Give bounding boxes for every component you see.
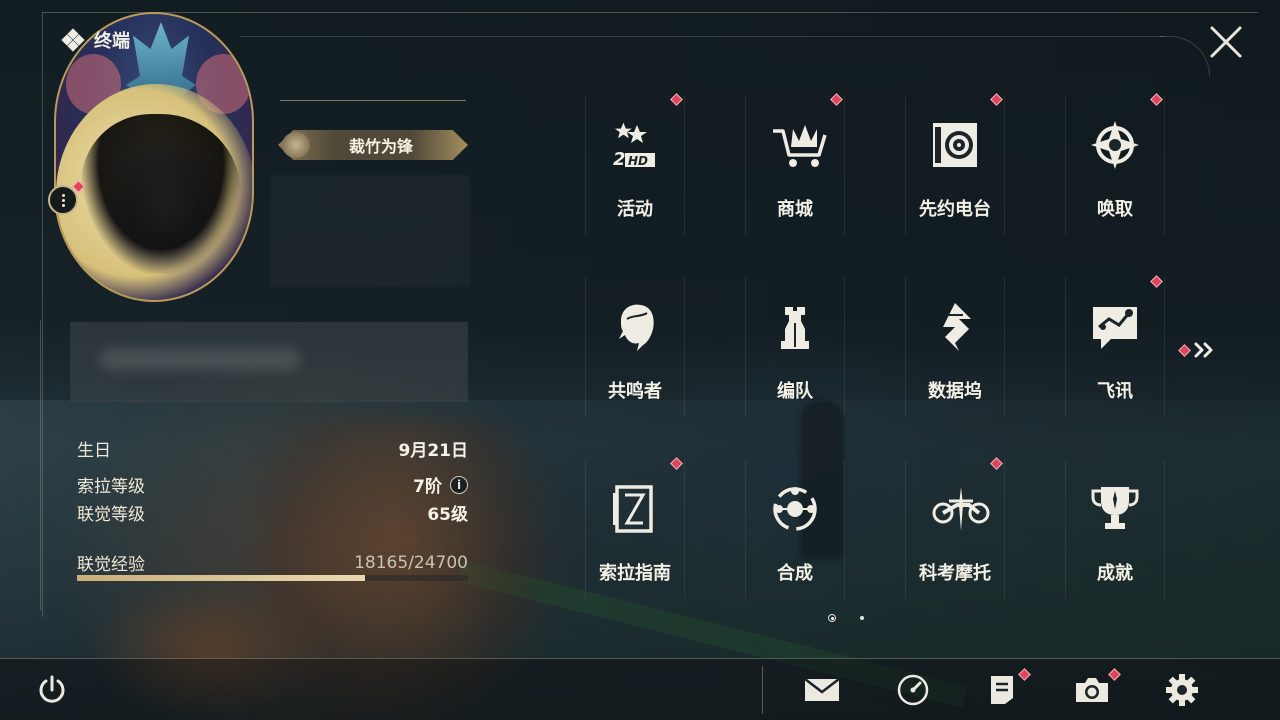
avatar-card[interactable] xyxy=(54,12,254,302)
svg-text:2: 2 xyxy=(613,149,626,170)
gear-icon xyxy=(1166,674,1198,706)
menu-item-label: 共鸣者 xyxy=(608,381,662,402)
terminal-title-text: 终端 xyxy=(94,31,130,52)
notes-icon xyxy=(991,676,1013,704)
motorcycle-icon xyxy=(929,483,990,535)
menu-item-label: 索拉指南 xyxy=(599,563,671,584)
message-icon xyxy=(1089,301,1141,353)
menu-item-label: 活动 xyxy=(617,199,653,220)
camera-button[interactable] xyxy=(1072,670,1112,710)
diamond-menu-icon xyxy=(61,28,85,52)
page-indicator xyxy=(828,614,864,622)
settings-button[interactable] xyxy=(1162,670,1202,710)
info-icon[interactable]: i xyxy=(450,475,468,494)
menu-item-trophy[interactable]: 成就 xyxy=(1065,459,1165,619)
stat-value: 65级 xyxy=(427,505,468,525)
stat-union-exp: 联觉经验 18165/24700 xyxy=(77,550,468,576)
bottom-bar-separator xyxy=(762,666,763,714)
exp-progress-bar xyxy=(77,575,468,581)
stat-label: 索拉等级 xyxy=(77,477,145,497)
title-plate-text: 裁竹为锋 xyxy=(348,137,413,156)
guidebook-icon xyxy=(609,483,661,535)
close-icon xyxy=(1210,26,1242,58)
menu-item-label: 先约电台 xyxy=(919,199,991,220)
name-divider xyxy=(280,100,466,101)
menu-item-label: 编队 xyxy=(777,381,813,402)
menu-item-label: 数据坞 xyxy=(928,381,982,402)
menu-item-data-bank[interactable]: 数据坞 xyxy=(905,277,1005,437)
terminal-title: 终端 xyxy=(61,27,130,53)
menu-item-shop-cart[interactable]: 商城 xyxy=(745,93,845,255)
stat-label: 联觉等级 xyxy=(77,505,145,525)
close-button[interactable] xyxy=(1208,24,1244,60)
svg-text:HD: HD xyxy=(628,154,648,168)
next-page-button[interactable] xyxy=(1178,338,1220,362)
radio-icon xyxy=(929,119,981,171)
menu-item-label: 唤取 xyxy=(1097,199,1133,220)
stat-label: 联觉经验 xyxy=(77,555,145,575)
menu-item-label: 商城 xyxy=(777,199,813,220)
next-page-badge xyxy=(1178,343,1191,357)
menu-item-label: 合成 xyxy=(777,563,813,584)
stat-sol-rank: 索拉等级 7阶 i xyxy=(77,472,468,497)
shop-cart-icon xyxy=(769,119,827,171)
blurred-info-area xyxy=(270,175,470,287)
menu-item-convene[interactable]: 唤取 xyxy=(1065,93,1165,255)
synthesis-icon xyxy=(769,483,821,535)
power-button[interactable] xyxy=(32,670,72,710)
more-options-icon[interactable] xyxy=(48,185,78,215)
trophy-icon xyxy=(1089,483,1141,535)
menu-item-team[interactable]: 编队 xyxy=(745,277,845,437)
event-2hd-icon: 2 HD xyxy=(609,119,661,171)
stat-value: 18165/24700 xyxy=(354,552,468,573)
stat-value: 7阶 xyxy=(413,477,442,497)
mail-button[interactable] xyxy=(802,670,842,710)
stat-union-level: 联觉等级 65级 xyxy=(77,500,468,525)
profile-avatar[interactable] xyxy=(48,12,254,304)
page-dot-active[interactable] xyxy=(828,614,836,622)
page-dot[interactable] xyxy=(860,616,864,620)
menu-item-radio[interactable]: 先约电台 xyxy=(905,93,1005,255)
frame-line-inner xyxy=(240,36,1165,37)
resonator-icon xyxy=(609,301,661,353)
avatar-hair xyxy=(81,114,241,274)
power-icon xyxy=(39,675,65,703)
menu-item-guidebook[interactable]: 索拉指南 xyxy=(585,457,685,619)
menu-item-label: 飞讯 xyxy=(1097,381,1133,402)
clock-button[interactable] xyxy=(893,670,933,710)
clock-icon xyxy=(897,674,929,706)
title-plate-emblem-icon xyxy=(282,132,310,158)
frame-line-left xyxy=(42,12,43,617)
mail-icon xyxy=(804,678,840,701)
team-icon xyxy=(769,301,821,353)
data-bank-icon xyxy=(929,301,981,353)
menu-item-synthesis[interactable]: 合成 xyxy=(745,459,845,619)
side-decor-line xyxy=(40,320,41,610)
signature-box[interactable] xyxy=(70,322,468,402)
menu-item-event-2hd[interactable]: 2 HD 活动 xyxy=(585,93,685,255)
menu-item-motorcycle[interactable]: 科考摩托 xyxy=(905,457,1005,619)
menu-item-label: 科考摩托 xyxy=(919,563,991,584)
stat-value: 9月21日 xyxy=(398,441,469,461)
stat-label: 生日 xyxy=(77,441,111,461)
double-chevron-right-icon xyxy=(1194,342,1213,358)
stat-value-wrap: 7阶 i xyxy=(413,472,468,497)
exp-progress-fill xyxy=(77,575,365,581)
menu-item-label: 成就 xyxy=(1097,563,1133,584)
convene-icon xyxy=(1089,119,1141,171)
stat-birthday: 生日 9月21日 xyxy=(77,436,468,461)
notes-button[interactable] xyxy=(982,670,1022,710)
camera-icon xyxy=(1076,678,1108,702)
menu-item-resonator[interactable]: 共鸣者 xyxy=(585,277,685,437)
menu-item-message[interactable]: 飞讯 xyxy=(1065,275,1165,437)
